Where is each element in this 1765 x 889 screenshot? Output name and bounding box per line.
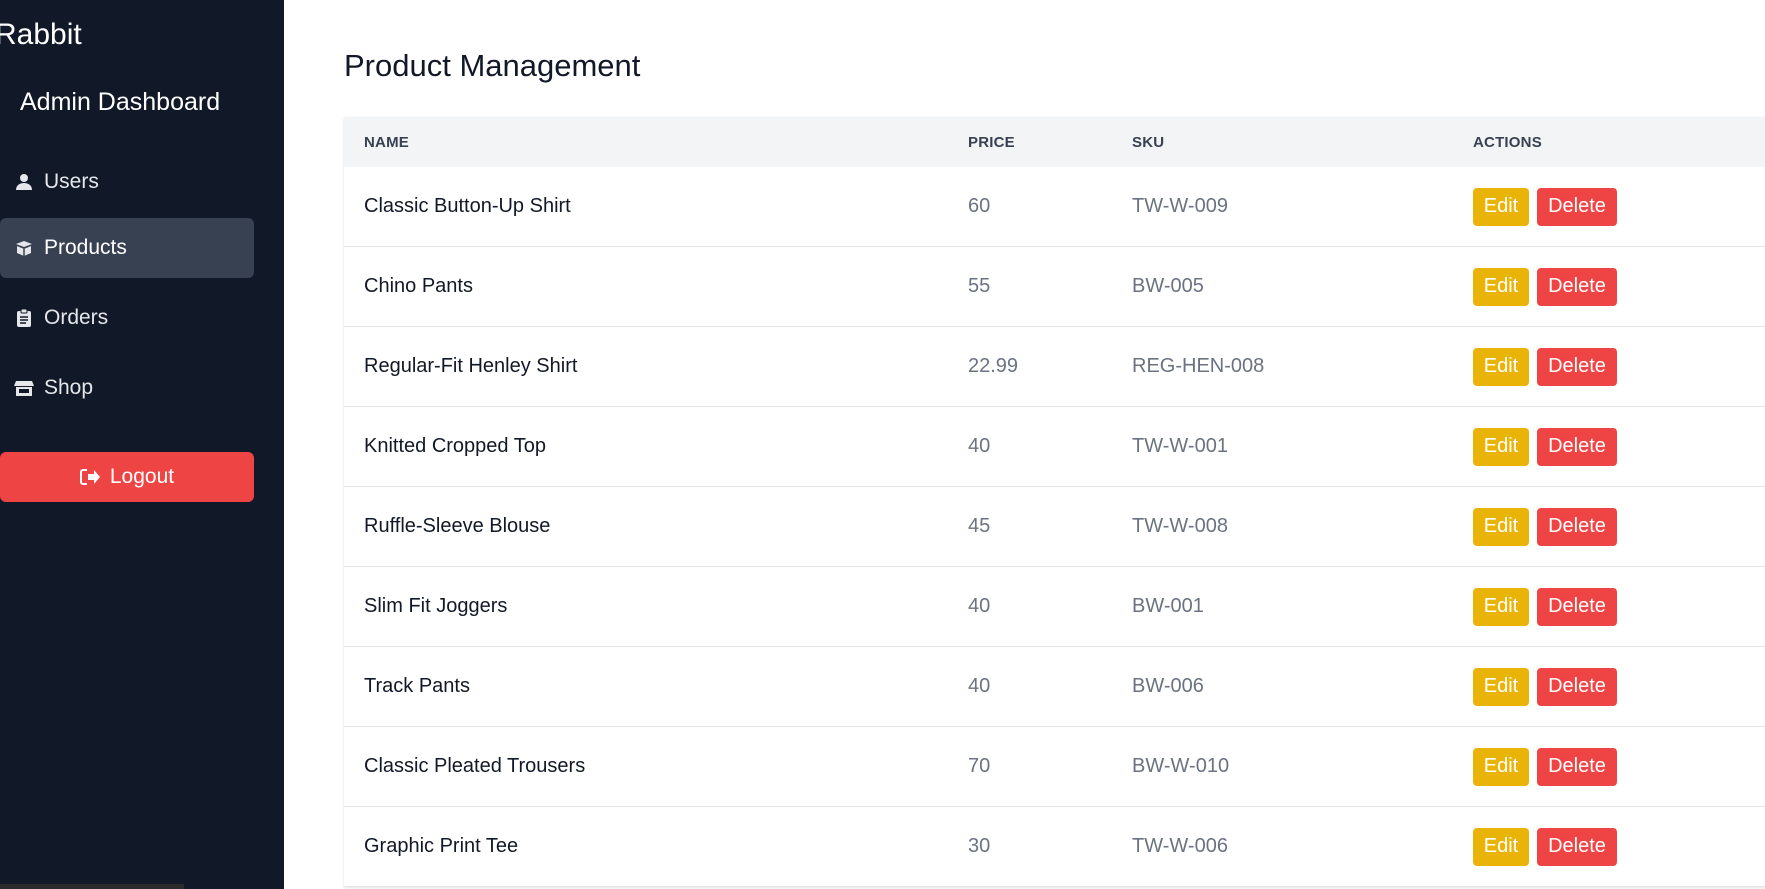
product-sku: BW-W-010: [1132, 755, 1230, 777]
main-content: Product Management NAME PRICE SKU ACTION…: [284, 0, 1765, 889]
box-icon: [14, 238, 34, 258]
sidebar-item-orders[interactable]: Orders: [0, 288, 254, 348]
row-actions: Edit Delete: [1473, 427, 1617, 466]
sidebar-item-label: Shop: [44, 376, 94, 399]
product-sku: BW-005: [1132, 275, 1204, 297]
sidebar-item-products[interactable]: Products: [0, 218, 254, 278]
product-name: Chino Pants: [364, 275, 473, 297]
edit-button[interactable]: Edit: [1473, 827, 1529, 866]
table-row: Chino Pants 55 BW-005 Edit Delete: [344, 247, 1765, 327]
row-actions: Edit Delete: [1473, 267, 1617, 306]
row-actions: Edit Delete: [1473, 827, 1617, 866]
column-header-name: NAME: [364, 133, 409, 151]
product-name: Ruffle-Sleeve Blouse: [364, 515, 551, 537]
product-name: Regular-Fit Henley Shirt: [364, 355, 578, 377]
delete-button[interactable]: Delete: [1537, 747, 1617, 786]
edit-button[interactable]: Edit: [1473, 747, 1529, 786]
sidebar: Rabbit Admin Dashboard Users Products Or…: [0, 0, 284, 889]
row-actions: Edit Delete: [1473, 347, 1617, 386]
table-row: Track Pants 40 BW-006 Edit Delete: [344, 647, 1765, 727]
sign-out-icon: [79, 468, 100, 486]
column-header-price: PRICE: [968, 133, 1015, 151]
edit-button[interactable]: Edit: [1473, 427, 1529, 466]
window-edge-strip: [0, 884, 184, 889]
product-name: Knitted Cropped Top: [364, 435, 546, 457]
row-actions: Edit Delete: [1473, 667, 1617, 706]
edit-button[interactable]: Edit: [1473, 267, 1529, 306]
edit-button[interactable]: Edit: [1473, 587, 1529, 626]
sidebar-item-users[interactable]: Users: [0, 152, 254, 212]
table-row: Knitted Cropped Top 40 TW-W-001 Edit Delete: [344, 407, 1765, 487]
table-header: NAME PRICE SKU ACTIONS: [344, 117, 1765, 167]
product-name: Track Pants: [364, 675, 470, 697]
table-row: Classic Button-Up Shirt 60 TW-W-009 Edit Del…: [344, 167, 1765, 247]
sidebar-item-label: Products: [44, 236, 127, 259]
delete-button[interactable]: Delete: [1537, 827, 1617, 866]
sidebar-item-shop[interactable]: Shop: [0, 358, 254, 418]
store-icon: [14, 378, 34, 398]
clipboard-icon: [14, 308, 34, 328]
table-row: Classic Pleated Trousers 70 BW-W-010 Edit De…: [344, 727, 1765, 807]
product-sku: TW-W-008: [1132, 515, 1228, 537]
product-price: 22.99: [968, 355, 1019, 377]
column-header-sku: SKU: [1132, 133, 1165, 151]
edit-button[interactable]: Edit: [1473, 347, 1529, 386]
product-sku: REG-HEN-008: [1132, 355, 1265, 377]
delete-button[interactable]: Delete: [1537, 587, 1617, 626]
table-body: Classic Button-Up Shirt 60 TW-W-009 Edit Del…: [344, 167, 1765, 887]
delete-button[interactable]: Delete: [1537, 667, 1617, 706]
delete-button[interactable]: Delete: [1537, 507, 1617, 546]
product-sku: BW-006: [1132, 675, 1204, 697]
table-row: Slim Fit Joggers 40 BW-001 Edit Delete: [344, 567, 1765, 647]
logout-button[interactable]: Logout: [0, 452, 254, 502]
delete-button[interactable]: Delete: [1537, 347, 1617, 386]
brand-logo-text[interactable]: Rabbit: [0, 18, 82, 52]
product-price: 40: [968, 435, 991, 457]
product-price: 70: [968, 755, 991, 777]
dashboard-title: Admin Dashboard: [20, 88, 221, 116]
user-icon: [14, 172, 34, 192]
product-sku: BW-001: [1132, 595, 1204, 617]
product-price: 40: [968, 675, 991, 697]
product-price: 55: [968, 275, 991, 297]
product-name: Slim Fit Joggers: [364, 595, 508, 617]
table-row: Regular-Fit Henley Shirt 22.99 REG-HEN-008…: [344, 327, 1765, 407]
products-table: NAME PRICE SKU ACTIONS Classic Button-Up…: [344, 117, 1765, 887]
delete-button[interactable]: Delete: [1537, 267, 1617, 306]
product-price: 45: [968, 515, 991, 537]
product-sku: TW-W-006: [1132, 835, 1228, 857]
delete-button[interactable]: Delete: [1537, 427, 1617, 466]
sidebar-item-label: Users: [44, 170, 99, 193]
product-price: 40: [968, 595, 991, 617]
row-actions: Edit Delete: [1473, 187, 1617, 226]
product-sku: TW-W-009: [1132, 195, 1228, 217]
table-row: Graphic Print Tee 30 TW-W-006 Edit Delete: [344, 807, 1765, 887]
product-name: Classic Button-Up Shirt: [364, 195, 571, 217]
product-sku: TW-W-001: [1132, 435, 1228, 457]
row-actions: Edit Delete: [1473, 587, 1617, 626]
edit-button[interactable]: Edit: [1473, 187, 1529, 226]
row-actions: Edit Delete: [1473, 507, 1617, 546]
edit-button[interactable]: Edit: [1473, 507, 1529, 546]
column-header-actions: ACTIONS: [1473, 133, 1542, 151]
row-actions: Edit Delete: [1473, 747, 1617, 786]
sidebar-item-label: Orders: [44, 306, 109, 329]
edit-button[interactable]: Edit: [1473, 667, 1529, 706]
product-name: Graphic Print Tee: [364, 835, 519, 857]
logout-label: Logout: [109, 465, 175, 488]
delete-button[interactable]: Delete: [1537, 187, 1617, 226]
product-name: Classic Pleated Trousers: [364, 755, 586, 777]
page-title: Product Management: [344, 48, 641, 83]
product-price: 30: [968, 835, 991, 857]
table-row: Ruffle-Sleeve Blouse 45 TW-W-008 Edit Delete: [344, 487, 1765, 567]
product-price: 60: [968, 195, 991, 217]
